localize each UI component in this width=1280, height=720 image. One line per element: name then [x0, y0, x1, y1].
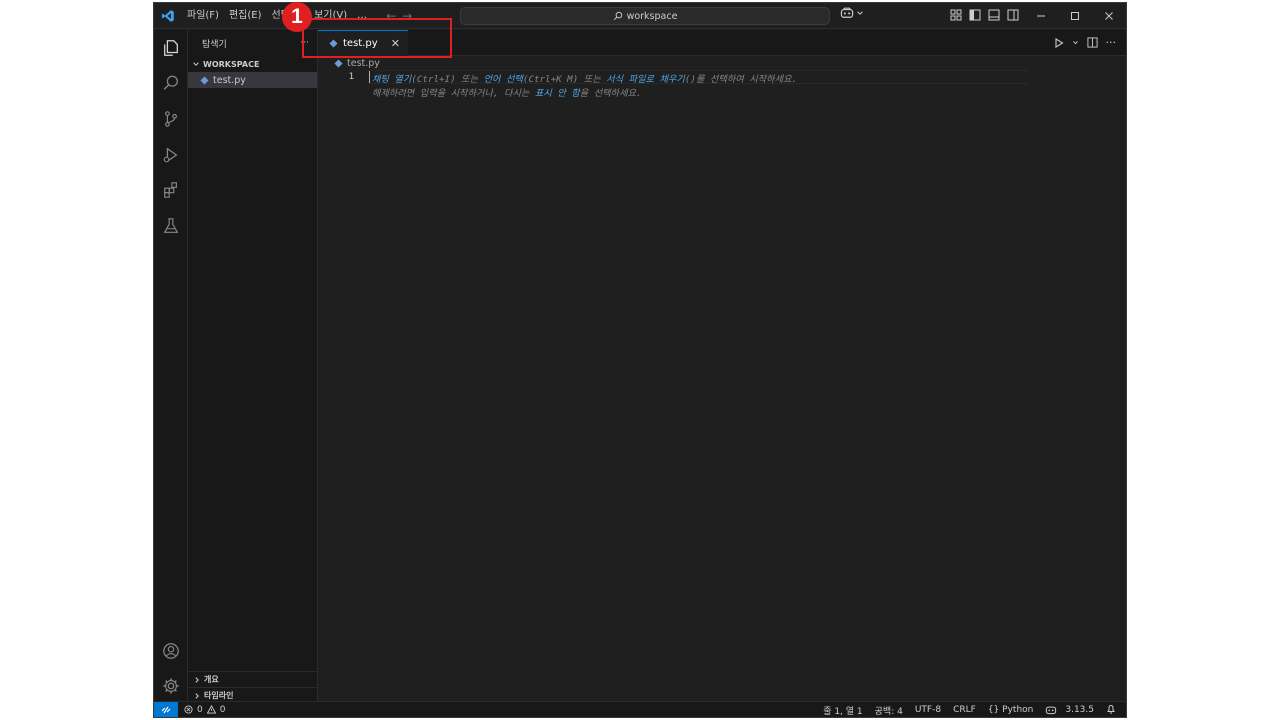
- open-chat-link[interactable]: 채팅 열기: [372, 74, 411, 85]
- explorer-header: 탐색기 ···: [188, 30, 317, 56]
- warning-count: 0: [219, 704, 226, 715]
- search-icon: [613, 11, 622, 21]
- explorer-sidebar: 탐색기 ··· WORKSPACE test.py 개요 타임라인: [188, 30, 318, 703]
- minimize-icon: [1037, 15, 1045, 17]
- status-bar: 0 0 줄 1, 열 1 공백: 4 UTF-8 CRLF {} Python …: [154, 701, 1126, 717]
- maximize-button[interactable]: [1058, 3, 1092, 29]
- line-number: 1: [348, 72, 354, 82]
- language-mode[interactable]: {} Python: [988, 705, 1034, 715]
- file-encoding[interactable]: UTF-8: [915, 705, 941, 715]
- dont-show-again-link[interactable]: 표시 안 함: [535, 88, 580, 99]
- activity-bar: [154, 30, 188, 703]
- gear-icon[interactable]: [161, 676, 181, 696]
- error-icon: [184, 705, 193, 714]
- timeline-label: 타임라인: [204, 691, 234, 700]
- file-item-label: test.py: [213, 74, 246, 86]
- problems-indicator[interactable]: 0 0: [184, 705, 225, 715]
- annotation-highlight-box: [302, 18, 452, 58]
- source-control-icon[interactable]: [161, 109, 181, 129]
- chevron-down-icon[interactable]: [1072, 39, 1079, 46]
- text-cursor: [369, 71, 370, 83]
- code-editor[interactable]: 1 채팅 열기(Ctrl+I) 또는 언어 선택(Ctrl+K M) 또는 서식…: [318, 70, 1126, 690]
- split-editor-icon[interactable]: [1086, 37, 1098, 48]
- vscode-logo-icon: [154, 3, 182, 29]
- remote-icon: [161, 706, 171, 713]
- explorer-icon[interactable]: [161, 38, 181, 58]
- menu-file[interactable]: 파일(F): [182, 3, 224, 29]
- workspace-folder[interactable]: WORKSPACE: [188, 56, 317, 72]
- python-interpreter[interactable]: 3.13.5: [1045, 705, 1094, 715]
- outline-section[interactable]: 개요: [188, 671, 317, 687]
- chevron-down-icon: [193, 62, 199, 66]
- remote-indicator-button[interactable]: [154, 701, 178, 717]
- editor-more-button[interactable]: ···: [1106, 36, 1117, 49]
- fill-with-template-link[interactable]: 서식 파일로 채우기: [606, 74, 685, 85]
- empty-editor-hint-line-2: 해제하려면 입력을 시작하거나, 다시는 표시 안 함을 선택하세요.: [372, 85, 642, 99]
- chevron-right-icon: [195, 676, 199, 683]
- python-file-icon: [200, 75, 209, 85]
- hint-text: (Ctrl+K M) 또는: [522, 74, 607, 85]
- hint-text: 을 선택하세요.: [579, 88, 642, 99]
- copilot-status-icon: [1046, 706, 1057, 715]
- copilot-button[interactable]: [840, 7, 864, 19]
- annotation-step-badge: 1: [282, 2, 312, 32]
- run-python-file-icon[interactable]: [1054, 37, 1064, 48]
- copilot-icon: [840, 7, 854, 18]
- customize-layout-icon[interactable]: [950, 9, 962, 21]
- chevron-down-icon: [857, 11, 863, 15]
- hint-text: (Ctrl+I) 또는: [411, 74, 484, 85]
- window-controls: [1024, 3, 1126, 29]
- explorer-title: 탐색기: [202, 39, 227, 50]
- toggle-panel-icon[interactable]: [988, 9, 1000, 21]
- maximize-icon: [1071, 12, 1079, 20]
- close-window-button[interactable]: [1092, 3, 1126, 29]
- file-item-test-py[interactable]: test.py: [188, 72, 317, 88]
- end-of-line[interactable]: CRLF: [953, 705, 976, 715]
- vscode-window: 파일(F) 편집(E) 선택(S) 보기(V) … ← → workspace: [153, 2, 1127, 718]
- accounts-icon[interactable]: [161, 641, 181, 661]
- notifications-bell-icon[interactable]: [1106, 704, 1116, 717]
- select-language-link[interactable]: 언어 선택: [484, 74, 523, 85]
- breadcrumb-file[interactable]: test.py: [347, 58, 380, 69]
- menu-edit[interactable]: 편집(E): [224, 3, 267, 29]
- python-version: 3.13.5: [1065, 705, 1094, 715]
- warning-icon: [206, 705, 216, 714]
- empty-editor-hint-line-1: 채팅 열기(Ctrl+I) 또는 언어 선택(Ctrl+K M) 또는 서식 파…: [372, 71, 797, 85]
- hint-text: 해제하려면 입력을 시작하거나, 다시는: [372, 88, 535, 99]
- minimize-button[interactable]: [1024, 3, 1058, 29]
- hint-text: ()를 선택하여 시작하세요.: [684, 74, 798, 85]
- editor-area: test.py ✕ ··· test.py 1 채팅 열기(Ctrl+I) 또는…: [318, 30, 1126, 703]
- close-icon: [1105, 12, 1113, 20]
- workspace-folder-label: WORKSPACE: [203, 59, 260, 69]
- python-file-icon: [334, 58, 343, 68]
- testing-flask-icon[interactable]: [161, 216, 181, 236]
- outline-label: 개요: [204, 675, 219, 684]
- toggle-primary-sidebar-icon[interactable]: [969, 9, 981, 21]
- indentation[interactable]: 공백: 4: [875, 704, 903, 717]
- command-center-search[interactable]: workspace: [460, 7, 830, 25]
- layout-controls: [950, 9, 1019, 21]
- language-label: Python: [1002, 705, 1034, 715]
- extensions-icon[interactable]: [161, 180, 181, 200]
- run-debug-icon[interactable]: [161, 145, 181, 165]
- editor-actions: ···: [1054, 36, 1117, 49]
- chevron-right-icon: [195, 692, 199, 699]
- error-count: 0: [197, 704, 203, 715]
- braces-icon: {}: [987, 705, 1000, 715]
- search-placeholder: workspace: [626, 10, 678, 22]
- breadcrumb: test.py: [318, 56, 1126, 70]
- toggle-secondary-sidebar-icon[interactable]: [1007, 9, 1019, 21]
- cursor-position[interactable]: 줄 1, 열 1: [823, 704, 862, 717]
- status-right-items: 줄 1, 열 1 공백: 4 UTF-8 CRLF {} Python 3.13…: [823, 702, 1116, 717]
- search-view-icon[interactable]: [161, 73, 181, 93]
